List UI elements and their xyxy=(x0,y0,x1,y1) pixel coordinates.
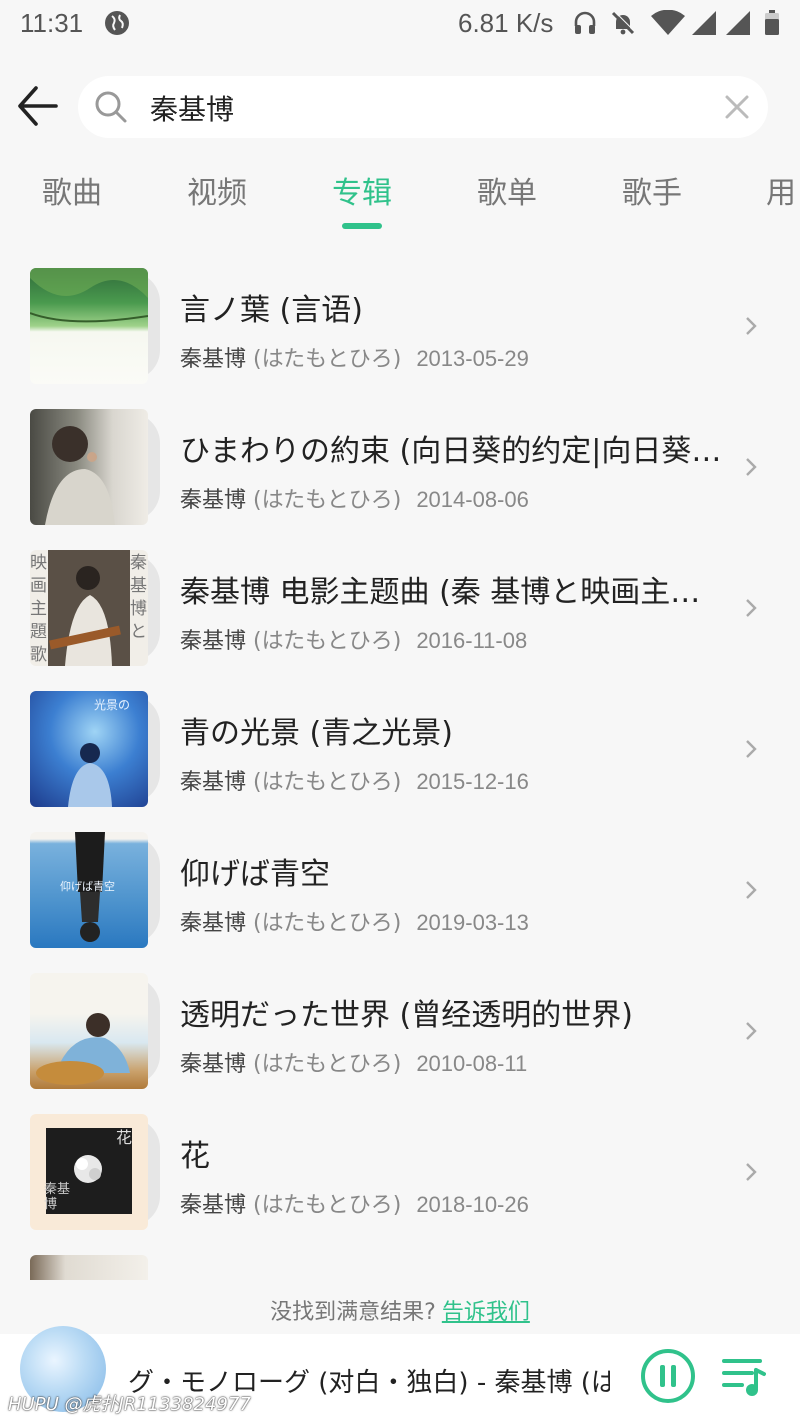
album-meta: 秦基博 (はたもとひろ) 2014-08-06 xyxy=(180,482,529,514)
tab-users[interactable]: 用 xyxy=(766,168,796,212)
album-title: ひまわりの約束 (向日葵的约定|向日葵… xyxy=(180,434,722,469)
status-bar: 11:31 6.81 K/s xyxy=(0,0,800,50)
cover-text-bottom: 秦基博 xyxy=(44,1182,71,1212)
clear-icon[interactable] xyxy=(722,92,752,122)
feedback-bar: 没找到满意结果? 告诉我们 xyxy=(0,1280,800,1334)
album-meta: 秦基博 (はたもとひろ) 2019-03-13 xyxy=(180,905,529,937)
tab-songs[interactable]: 歌曲 xyxy=(42,168,102,212)
wifi-icon xyxy=(651,10,685,35)
album-date: 2010-08-11 xyxy=(416,1051,528,1076)
album-artist: 秦基博 xyxy=(180,911,247,936)
album-artist-reading: (はたもとひろ) xyxy=(253,911,402,936)
album-row[interactable] xyxy=(0,1222,800,1280)
search-header: 秦基博 歌曲 视频 专辑 歌单 歌手 用 xyxy=(0,50,800,230)
cover-text: 仰げば青空 xyxy=(60,880,115,893)
album-meta: 秦基博 (はたもとひろ) 2013-05-29 xyxy=(180,341,529,373)
album-title: 秦基博 电影主题曲 (秦 基博と映画主… xyxy=(180,575,701,610)
album-title: 花 xyxy=(180,1139,210,1174)
chevron-right-icon xyxy=(746,740,757,758)
album-artist-reading: (はたもとひろ) xyxy=(253,629,402,654)
album-artist: 秦基博 xyxy=(180,1052,247,1077)
cover-text: 光景の xyxy=(94,698,131,712)
chevron-right-icon xyxy=(746,881,757,899)
album-artist-reading: (はたもとひろ) xyxy=(253,347,402,372)
chevron-right-icon xyxy=(746,1163,757,1181)
album-cover xyxy=(30,973,148,1089)
cover-text-left: 映画主題歌 xyxy=(30,553,47,665)
album-meta: 秦基博 (はたもとひろ) 2010-08-11 xyxy=(180,1046,527,1078)
result-tabs: 歌曲 视频 专辑 歌单 歌手 用 xyxy=(0,160,800,230)
network-speed: 6.81 K/s xyxy=(458,8,554,38)
album-meta: 秦基博 (はたもとひろ) 2018-10-26 xyxy=(180,1187,529,1219)
signal-2-icon xyxy=(726,11,750,35)
album-artist: 秦基博 xyxy=(180,347,247,372)
signal-icon xyxy=(692,11,716,35)
album-artist: 秦基博 xyxy=(180,770,247,795)
album-artist-reading: (はたもとひろ) xyxy=(253,770,402,795)
album-row[interactable]: ひまわりの約束 (向日葵的约定|向日葵… 秦基博 (はたもとひろ) 2014-0… xyxy=(0,376,800,525)
album-artist-reading: (はたもとひろ) xyxy=(253,488,402,513)
album-artist: 秦基博 xyxy=(180,1193,247,1218)
chevron-right-icon xyxy=(746,317,757,335)
chevron-right-icon xyxy=(746,599,757,617)
tab-playlists[interactable]: 歌单 xyxy=(477,168,537,212)
headphones-icon xyxy=(574,11,596,34)
album-title: 青の光景 (青之光景) xyxy=(180,716,453,751)
album-artist-reading: (はたもとひろ) xyxy=(253,1052,402,1077)
pause-icon[interactable] xyxy=(640,1348,696,1404)
playlist-icon[interactable] xyxy=(722,1356,766,1398)
album-title: 仰げば青空 xyxy=(180,857,330,892)
mini-player[interactable]: グ・モノローグ (对白・独白) - 秦基博 (はた HUPU @虎扑JR1133… xyxy=(0,1326,800,1422)
album-cover: 花 秦基博 xyxy=(30,1114,148,1230)
album-cover: 映画主題歌 秦基博と xyxy=(30,550,148,666)
tab-artists[interactable]: 歌手 xyxy=(622,168,682,212)
album-artist-reading: (はたもとひろ) xyxy=(253,1193,402,1218)
search-bar[interactable]: 秦基博 xyxy=(78,76,768,138)
chevron-right-icon xyxy=(746,458,757,476)
bell-off-icon xyxy=(611,11,635,35)
album-row[interactable]: 仰げば青空 仰げば青空 秦基博 (はたもとひろ) 2019-03-13 xyxy=(0,799,800,948)
album-row[interactable]: 光景の 青の光景 (青之光景) 秦基博 (はたもとひろ) 2015-12-16 xyxy=(0,658,800,807)
battery-icon xyxy=(765,10,779,35)
album-row[interactable]: 花 秦基博 花 秦基博 (はたもとひろ) 2018-10-26 xyxy=(0,1081,800,1230)
album-date: 2019-03-13 xyxy=(416,910,529,935)
search-query[interactable]: 秦基博 xyxy=(150,88,234,128)
album-date: 2014-08-06 xyxy=(416,487,529,512)
album-meta: 秦基博 (はたもとひろ) 2015-12-16 xyxy=(180,764,529,796)
feedback-text: 没找到满意结果? xyxy=(270,1300,436,1325)
feedback-link[interactable]: 告诉我们 xyxy=(442,1300,530,1325)
watermark: HUPU @虎扑JR1133824977 xyxy=(8,1394,251,1415)
album-row[interactable]: 言ノ葉 (言语) 秦基博 (はたもとひろ) 2013-05-29 xyxy=(0,235,800,384)
back-arrow-icon[interactable] xyxy=(14,84,62,128)
chevron-right-icon xyxy=(746,1022,757,1040)
album-date: 2016-11-08 xyxy=(416,628,528,653)
cover-text-top: 花 xyxy=(116,1128,133,1147)
album-date: 2013-05-29 xyxy=(416,346,529,371)
album-artist: 秦基博 xyxy=(180,629,247,654)
album-cover xyxy=(30,409,148,525)
tab-videos[interactable]: 视频 xyxy=(187,168,247,212)
album-title: 言ノ葉 (言语) xyxy=(180,293,363,328)
album-cover xyxy=(30,268,148,384)
album-date: 2018-10-26 xyxy=(416,1192,529,1217)
tab-albums[interactable]: 专辑 xyxy=(332,168,392,212)
album-cover: 光景の xyxy=(30,691,148,807)
album-cover: 仰げば青空 xyxy=(30,832,148,948)
album-row[interactable]: 映画主題歌 秦基博と 秦基博 电影主题曲 (秦 基博と映画主… 秦基博 (はたも… xyxy=(0,517,800,666)
album-row[interactable]: 透明だった世界 (曾经透明的世界) 秦基博 (はたもとひろ) 2010-08-1… xyxy=(0,940,800,1089)
album-meta: 秦基博 (はたもとひろ) 2016-11-08 xyxy=(180,623,527,655)
album-title: 透明だった世界 (曾经透明的世界) xyxy=(180,998,633,1033)
album-cover xyxy=(30,1255,148,1280)
album-list[interactable]: 言ノ葉 (言语) 秦基博 (はたもとひろ) 2013-05-29 ひまわりの約束… xyxy=(0,235,800,1280)
globe-icon xyxy=(105,11,129,35)
cover-text-right: 秦基博と xyxy=(130,553,147,642)
active-tab-indicator xyxy=(342,223,382,229)
album-date: 2015-12-16 xyxy=(416,769,529,794)
album-artist: 秦基博 xyxy=(180,488,247,513)
search-icon xyxy=(95,91,127,123)
status-time: 11:31 xyxy=(20,8,84,38)
